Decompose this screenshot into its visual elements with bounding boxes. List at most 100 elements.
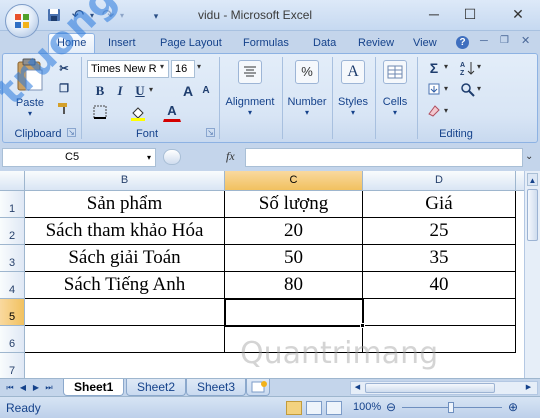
last-sheet-icon[interactable]: ⏭ [43, 382, 55, 394]
next-sheet-icon[interactable]: ▶ [30, 382, 42, 394]
cut-icon[interactable]: ✂ [55, 60, 73, 78]
find-dropdown-icon[interactable]: ▾ [477, 84, 481, 93]
number-button[interactable]: % Number ▾ [285, 60, 329, 126]
underline-button[interactable]: U [131, 82, 149, 100]
italic-button[interactable]: I [111, 82, 129, 100]
minimize-button[interactable]: ─ [422, 4, 446, 24]
page-layout-view-icon[interactable] [306, 401, 322, 415]
zoom-in-icon[interactable]: ⊕ [508, 400, 518, 414]
paste-dropdown-icon[interactable]: ▾ [9, 109, 51, 118]
cell-b4[interactable]: Sách Tiếng Anh [25, 272, 225, 299]
expand-formula-bar-icon[interactable]: ⌄ [525, 151, 533, 162]
borders-icon[interactable] [91, 104, 109, 122]
cell-b3[interactable]: Sách giải Toán [25, 245, 225, 272]
grow-font-button[interactable]: A [179, 82, 197, 100]
cell-b6[interactable] [25, 326, 225, 353]
cell-b1[interactable]: Sản phẩm [25, 191, 225, 218]
insert-function-button[interactable]: fx [226, 149, 235, 164]
scroll-up-icon[interactable]: ▲ [527, 173, 538, 186]
normal-view-icon[interactable] [286, 401, 302, 415]
autosum-button[interactable]: Σ [425, 59, 443, 77]
shrink-font-button[interactable]: A [197, 82, 215, 100]
font-launcher-icon[interactable]: ↘ [206, 128, 215, 137]
formula-input[interactable] [245, 148, 523, 167]
vertical-scrollbar[interactable]: ▲ [524, 171, 540, 378]
underline-dropdown-icon[interactable]: ▾ [149, 85, 153, 94]
cell-c4[interactable]: 80 [225, 272, 363, 299]
font-size-dropdown-icon[interactable]: ▾ [197, 62, 201, 71]
row-header-6[interactable]: 6 [0, 326, 25, 353]
cell-c2[interactable]: 20 [225, 218, 363, 245]
horizontal-scrollbar[interactable]: ◀ ▶ [350, 381, 538, 395]
sheet-tab-sheet1[interactable]: Sheet1 [63, 379, 125, 396]
worksheet-grid[interactable]: B C D 1 2 3 4 5 6 7 Sản phẩm Số lượng Gi… [0, 171, 524, 378]
row-header-4[interactable]: 4 [0, 272, 25, 299]
fill-dropdown-icon[interactable]: ▾ [444, 84, 448, 93]
copy-icon[interactable]: ❐ [55, 80, 73, 98]
insert-sheet-icon[interactable] [246, 379, 270, 396]
office-button[interactable] [5, 4, 39, 38]
first-sheet-icon[interactable]: ⏮ [4, 382, 16, 394]
clipboard-launcher-icon[interactable]: ↘ [67, 128, 76, 137]
fill-handle[interactable] [360, 323, 365, 328]
cell-c6[interactable] [225, 326, 363, 353]
tab-view[interactable]: View [413, 37, 437, 49]
tab-page-layout[interactable]: Page Layout [160, 37, 222, 49]
tab-insert[interactable]: Insert [108, 37, 136, 49]
sheet-tab-sheet3[interactable]: Sheet3 [186, 379, 247, 396]
tab-data[interactable]: Data [313, 37, 336, 49]
cell-d5[interactable] [363, 299, 516, 326]
select-all-button[interactable] [0, 171, 25, 191]
tab-formulas[interactable]: Formulas [243, 37, 289, 49]
font-size-select[interactable]: 16 [171, 60, 195, 78]
cell-c1[interactable]: Số lượng [225, 191, 363, 218]
cell-d4[interactable]: 40 [363, 272, 516, 299]
font-family-dropdown-icon[interactable]: ▾ [160, 62, 164, 71]
styles-button[interactable]: A Styles ▾ [335, 60, 371, 126]
cell-b5[interactable] [25, 299, 225, 326]
find-select-icon[interactable] [459, 81, 477, 99]
format-painter-icon[interactable] [55, 100, 73, 118]
undo-dropdown-icon[interactable]: ▾ [84, 8, 100, 24]
row-header-2[interactable]: 2 [0, 218, 25, 245]
paste-button[interactable]: Paste ▾ [9, 58, 51, 120]
name-box-dropdown-icon[interactable]: ▾ [147, 149, 151, 166]
font-family-select[interactable]: Times New R [87, 60, 169, 78]
ribbon-close-icon[interactable]: ✕ [521, 34, 530, 47]
row-header-1[interactable]: 1 [0, 191, 25, 218]
zoom-slider-thumb[interactable] [448, 402, 454, 413]
row-header-5[interactable]: 5 [0, 299, 25, 326]
autosum-dropdown-icon[interactable]: ▾ [444, 62, 448, 71]
formula-bar-splitter[interactable] [163, 149, 181, 165]
cell-b2[interactable]: Sách tham khảo Hóa [25, 218, 225, 245]
bold-button[interactable]: B [91, 82, 109, 100]
redo-dropdown-icon[interactable]: ▾ [114, 8, 130, 24]
column-header-c[interactable]: C [225, 171, 363, 191]
clear-dropdown-icon[interactable]: ▾ [444, 106, 448, 115]
scroll-left-icon[interactable]: ◀ [352, 383, 363, 393]
cell-d3[interactable]: 35 [363, 245, 516, 272]
customize-quick-access-icon[interactable]: ▾ [148, 8, 164, 24]
cell-d1[interactable]: Giá [363, 191, 516, 218]
maximize-button[interactable]: ☐ [458, 4, 482, 24]
cell-c3[interactable]: 50 [225, 245, 363, 272]
column-header-b[interactable]: B [25, 171, 225, 191]
ribbon-minimize-icon[interactable]: ─ [480, 35, 488, 47]
row-header-7[interactable]: 7 [0, 353, 25, 378]
tab-home[interactable]: Home [48, 33, 96, 54]
horizontal-scroll-thumb[interactable] [365, 383, 495, 393]
name-box[interactable]: C5 ▾ [2, 148, 156, 167]
sheet-tab-sheet2[interactable]: Sheet2 [126, 379, 187, 396]
cell-d2[interactable]: 25 [363, 218, 516, 245]
column-header-d[interactable]: D [363, 171, 516, 191]
tab-review[interactable]: Review [358, 37, 394, 49]
save-icon[interactable] [46, 8, 62, 24]
column-header-e[interactable] [516, 171, 524, 191]
scroll-right-icon[interactable]: ▶ [523, 383, 534, 393]
fill-icon[interactable] [425, 81, 443, 99]
prev-sheet-icon[interactable]: ◀ [17, 382, 29, 394]
row-header-3[interactable]: 3 [0, 245, 25, 272]
clear-icon[interactable] [425, 103, 443, 121]
zoom-out-icon[interactable]: ⊖ [386, 400, 396, 414]
page-break-preview-icon[interactable] [326, 401, 342, 415]
